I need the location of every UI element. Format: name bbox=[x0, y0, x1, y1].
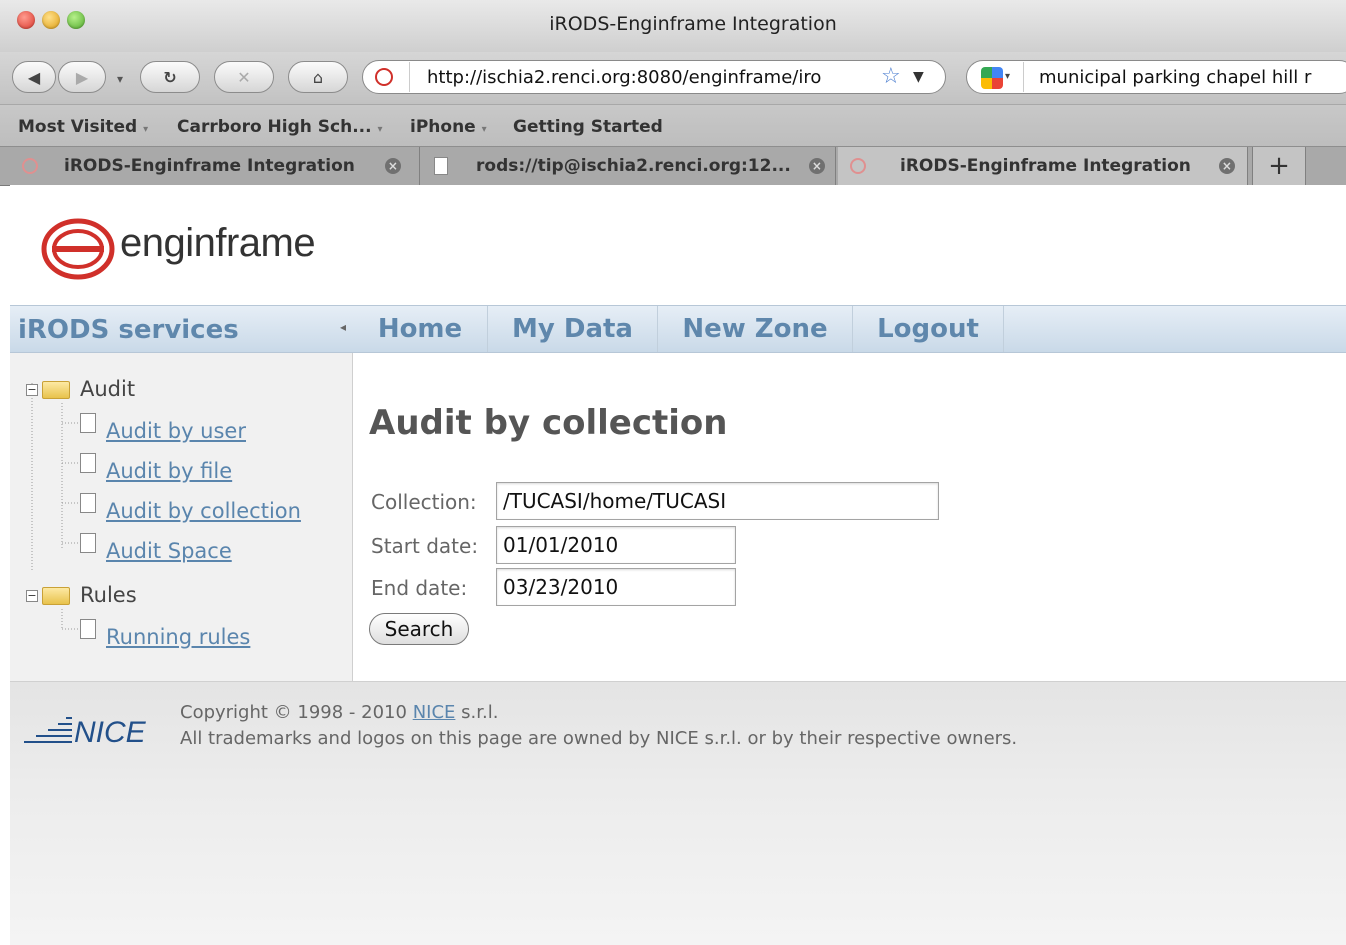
search-button[interactable]: Search bbox=[369, 613, 469, 645]
bookmark-star-icon[interactable]: ☆ bbox=[881, 64, 901, 89]
page-icon bbox=[80, 413, 96, 433]
enginframe-logo-text: enginframe bbox=[120, 221, 316, 265]
start-date-input[interactable] bbox=[496, 526, 736, 564]
tab-label: iRODS-Enginframe Integration bbox=[64, 156, 355, 176]
nice-link[interactable]: NICE bbox=[413, 702, 456, 723]
enginframe-logo-icon bbox=[41, 218, 115, 280]
page-title: Audit by collection bbox=[369, 403, 728, 443]
start-date-label: Start date: bbox=[371, 534, 479, 558]
page-header: enginframe bbox=[10, 185, 1346, 305]
nav-home[interactable]: Home bbox=[353, 306, 488, 352]
sidebar-link-audit-space[interactable]: Audit Space bbox=[106, 539, 232, 563]
copyright-prefix: Copyright © 1998 - 2010 bbox=[180, 702, 407, 723]
bookmark-iphone[interactable]: iPhone ▾ bbox=[410, 117, 487, 137]
tab-irods-1[interactable]: iRODS-Enginframe Integration × bbox=[10, 147, 420, 185]
chevron-down-icon: ▾ bbox=[143, 124, 149, 135]
tab-irods-active[interactable]: iRODS-Enginframe Integration × bbox=[838, 147, 1248, 185]
end-date-label: End date: bbox=[371, 576, 468, 600]
copyright-line: Copyright © 1998 - 2010 NICE s.r.l. bbox=[180, 702, 498, 723]
chevron-down-icon: ▾ bbox=[377, 124, 383, 135]
tab-rods[interactable]: rods://tip@ischia2.renci.org:12... × bbox=[422, 147, 836, 185]
bookmark-label: iPhone bbox=[410, 117, 476, 137]
stop-button[interactable]: ✕ bbox=[214, 61, 274, 93]
tree-lines bbox=[31, 383, 80, 630]
bookmarks-bar: Most Visited ▾ Carrboro High Sch... ▾ iP… bbox=[0, 104, 1346, 147]
tab-label: iRODS-Enginframe Integration bbox=[900, 156, 1191, 176]
forward-arrow-icon: ▶ bbox=[75, 67, 89, 87]
collapse-sidebar-icon[interactable]: ◂ bbox=[340, 320, 346, 334]
sidebar-tree: − Audit Audit by user Audit by file Audi… bbox=[10, 353, 353, 681]
page-icon bbox=[434, 157, 448, 175]
google-search-engine-icon[interactable] bbox=[981, 67, 1003, 89]
page-icon bbox=[80, 453, 96, 473]
search-input[interactable]: municipal parking chapel hill r bbox=[1039, 67, 1311, 88]
history-dropdown-icon[interactable]: ▾ bbox=[117, 72, 123, 86]
tab-label: rods://tip@ischia2.renci.org:12... bbox=[476, 156, 791, 176]
tree-group-audit[interactable]: Audit bbox=[80, 377, 135, 401]
nav-new-zone[interactable]: New Zone bbox=[658, 306, 853, 352]
copyright-suffix: s.r.l. bbox=[461, 702, 499, 723]
bookmark-label: Carrboro High Sch... bbox=[177, 117, 372, 137]
page-icon bbox=[80, 493, 96, 513]
tab-favicon-icon bbox=[850, 158, 866, 174]
window-title: iRODS-Enginframe Integration bbox=[549, 13, 837, 35]
back-arrow-icon: ◀ bbox=[27, 67, 41, 87]
collapse-rules-icon[interactable]: − bbox=[26, 590, 38, 602]
web-page: enginframe iRODS services ◂ Home My Data… bbox=[10, 185, 1346, 945]
sidebar-header: iRODS services ◂ bbox=[10, 305, 353, 353]
new-tab-button[interactable]: + bbox=[1252, 147, 1306, 185]
top-nav: Home My Data New Zone Logout bbox=[353, 305, 1346, 353]
tab-close-icon[interactable]: × bbox=[384, 158, 401, 174]
sidebar-title: iRODS services bbox=[18, 315, 239, 345]
home-icon: ⌂ bbox=[312, 67, 324, 87]
reload-button[interactable]: ↻ bbox=[140, 61, 200, 93]
url-divider bbox=[409, 62, 410, 92]
search-divider bbox=[1023, 62, 1024, 92]
url-bar[interactable]: http://ischia2.renci.org:8080/enginframe… bbox=[362, 60, 946, 94]
page-footer: NICE Copyright © 1998 - 2010 NICE s.r.l.… bbox=[10, 681, 1346, 945]
page-icon bbox=[80, 533, 96, 553]
folder-icon bbox=[42, 381, 70, 399]
url-dropdown-icon[interactable]: ▼ bbox=[913, 69, 924, 85]
tab-favicon-icon bbox=[22, 158, 38, 174]
window-titlebar: iRODS-Enginframe Integration bbox=[0, 0, 1346, 52]
sidebar-link-audit-by-collection[interactable]: Audit by collection bbox=[106, 499, 301, 523]
tab-close-icon[interactable]: × bbox=[808, 158, 825, 174]
collapse-audit-icon[interactable]: − bbox=[26, 384, 38, 396]
url-text[interactable]: http://ischia2.renci.org:8080/enginframe… bbox=[427, 67, 877, 88]
forward-button[interactable]: ▶ bbox=[58, 61, 106, 93]
tab-close-icon[interactable]: × bbox=[1218, 158, 1235, 174]
chevron-down-icon: ▾ bbox=[481, 124, 487, 135]
back-button[interactable]: ◀ bbox=[12, 61, 56, 93]
collection-label: Collection: bbox=[371, 490, 477, 514]
sidebar-link-running-rules[interactable]: Running rules bbox=[106, 625, 250, 649]
home-button[interactable]: ⌂ bbox=[288, 61, 348, 93]
collection-input[interactable] bbox=[496, 482, 939, 520]
bookmark-label: Most Visited bbox=[18, 117, 138, 137]
bookmark-label: Getting Started bbox=[513, 117, 663, 137]
nav-my-data[interactable]: My Data bbox=[488, 306, 658, 352]
nice-logo-icon bbox=[24, 717, 72, 743]
site-favicon-icon bbox=[375, 68, 393, 86]
sidebar-link-audit-by-user[interactable]: Audit by user bbox=[106, 419, 246, 443]
nav-logout[interactable]: Logout bbox=[853, 306, 1004, 352]
reload-icon: ↻ bbox=[163, 67, 177, 87]
search-engine-dropdown-icon[interactable]: ▾ bbox=[1005, 71, 1010, 82]
tree-group-rules[interactable]: Rules bbox=[80, 583, 137, 607]
trademark-text: All trademarks and logos on this page ar… bbox=[180, 728, 1018, 749]
stop-icon: ✕ bbox=[237, 67, 251, 87]
search-bar[interactable]: ▾ municipal parking chapel hill r bbox=[966, 60, 1346, 94]
browser-toolbar: ◀ ▶ ▾ ↻ ✕ ⌂ http://ischia2.renci.org:808… bbox=[0, 52, 1346, 104]
end-date-input[interactable] bbox=[496, 568, 736, 606]
sidebar-link-audit-by-file[interactable]: Audit by file bbox=[106, 459, 232, 483]
main-content: Audit by collection Collection: Start da… bbox=[353, 353, 1346, 681]
bookmark-getting-started[interactable]: Getting Started bbox=[513, 117, 663, 137]
tab-strip: iRODS-Enginframe Integration × rods://ti… bbox=[0, 146, 1346, 186]
bookmark-carrboro[interactable]: Carrboro High Sch... ▾ bbox=[177, 117, 383, 137]
page-icon bbox=[80, 619, 96, 639]
folder-icon bbox=[42, 587, 70, 605]
nice-logo-text: NICE bbox=[74, 716, 146, 749]
bookmark-most-visited[interactable]: Most Visited ▾ bbox=[18, 117, 148, 137]
